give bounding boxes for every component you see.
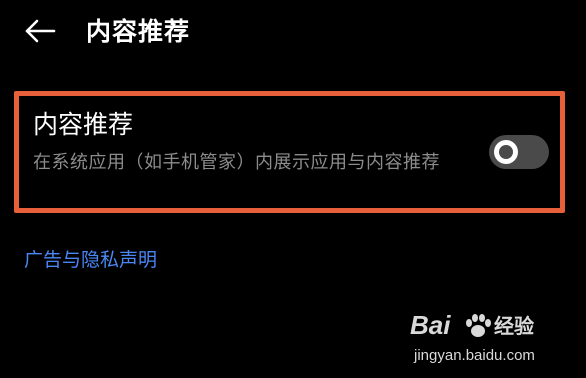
paw-icon [464,312,492,340]
content-recommendation-toggle[interactable] [489,135,549,169]
header: 内容推荐 [0,0,586,66]
arrow-left-icon [24,19,56,47]
watermark-brand-prefix: Bai [410,310,451,340]
watermark-url: jingyan.baidu.com [414,347,535,364]
back-button[interactable] [20,16,60,50]
privacy-statement-link[interactable]: 广告与隐私声明 [24,246,157,274]
page-title: 内容推荐 [86,17,191,46]
baidu-jingyan-watermark: Bai 经验 jingyan.baidu.com [406,308,556,370]
setting-title: 内容推荐 [33,110,134,139]
content-recommendation-page: 内容推荐 内容推荐 在系统应用（如手机管家）内展示应用与内容推荐 广告与隐私声明… [0,0,586,378]
setting-description: 在系统应用（如手机管家）内展示应用与内容推荐 [33,152,440,173]
watermark-brand-suffix: 经验 [494,314,534,338]
toggle-knob [494,140,518,164]
content-recommendation-setting: 内容推荐 在系统应用（如手机管家）内展示应用与内容推荐 [14,91,565,213]
toggle-knob-center [499,145,513,159]
